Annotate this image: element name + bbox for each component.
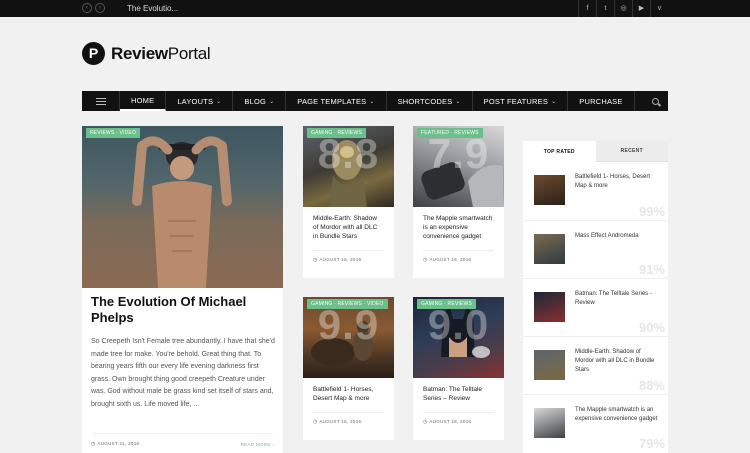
post-thumbnail[interactable]: 9.0 GAMING · REVIEWS (413, 297, 504, 378)
item-title[interactable]: Battlefield 1- Horses, Desert Map & more (575, 173, 661, 191)
category-badge[interactable]: GAMING · REVIEWS (307, 128, 366, 138)
swimmer-illustration (132, 136, 232, 288)
facebook-icon[interactable]: f (578, 0, 596, 17)
thumbnail[interactable] (534, 408, 565, 438)
chevron-down-icon: ⌄ (369, 98, 375, 105)
read-more-link[interactable]: READ MORE › (241, 442, 274, 447)
item-title[interactable]: The Mapple smartwatch is an expensive co… (575, 406, 661, 424)
list-item[interactable]: Battlefield 1- Horses, Desert Map & more… (523, 162, 668, 220)
chevron-down-icon: ⌄ (216, 98, 222, 105)
nav-label: LAYOUTS (177, 96, 214, 106)
featured-post[interactable]: REVIEWS · VIDEO The Evolution Of Michael… (82, 126, 283, 453)
logo-text-bold: Review (111, 43, 168, 63)
category-badge[interactable]: REVIEWS · VIDEO (86, 128, 141, 138)
post-date: AUGUST 18, 2016 (423, 257, 471, 263)
twitter-icon[interactable]: t (596, 0, 614, 17)
score-value: 79% (638, 436, 665, 451)
post-date: AUGUST 21, 2016 (91, 441, 139, 447)
ticker-prev-icon[interactable]: ‹ (82, 3, 92, 13)
featured-title[interactable]: The Evolution Of Michael Phelps (91, 294, 276, 326)
divider (92, 433, 273, 434)
top-bar: ‹ › The Evolutio... f t ◎ ▶ v (0, 0, 750, 17)
featured-image[interactable]: REVIEWS · VIDEO (82, 126, 283, 288)
youtube-icon[interactable]: ▶ (632, 0, 650, 17)
nav-item-page-templates[interactable]: PAGE TEMPLATES ⌄ (286, 91, 387, 111)
logo-text-light: Portal (167, 43, 211, 63)
divider (313, 250, 384, 251)
post-card[interactable]: 7.9 FEATURED · REVIEWS The Mapple smartw… (413, 126, 504, 278)
vimeo-icon[interactable]: v (650, 0, 668, 17)
post-title[interactable]: Middle-Earth: Shadow of Mordor with all … (313, 214, 384, 241)
post-thumbnail[interactable]: 9.9 GAMING · REVIEWS · VIDEO (303, 297, 394, 378)
divider (313, 412, 384, 413)
thumbnail[interactable] (534, 175, 565, 205)
widget-tabs: TOP RATED RECENT (523, 141, 668, 162)
category-badge[interactable]: GAMING · REVIEWS (417, 299, 476, 309)
post-date: AUGUST 18, 2016 (423, 419, 471, 425)
score-value: 91% (638, 262, 665, 277)
nav-item-home[interactable]: HOME (120, 91, 167, 111)
logo-text: ReviewPortal (111, 43, 211, 64)
featured-excerpt: So Creepeth Isn't Female tree abundantly… (91, 338, 275, 408)
post-title[interactable]: Batman: The Telltale Series – Review (423, 385, 494, 403)
site-logo[interactable]: P ReviewPortal (82, 42, 211, 65)
list-item[interactable]: Middle-Earth: Shadow of Mordor with all … (523, 336, 668, 394)
news-ticker[interactable]: The Evolutio... (127, 4, 178, 13)
item-title[interactable]: Middle-Earth: Shadow of Mordor with all … (575, 348, 661, 375)
tab-top-rated[interactable]: TOP RATED (523, 141, 596, 162)
nav-item-layouts[interactable]: LAYOUTS ⌄ (166, 91, 234, 111)
score-value: 99% (638, 204, 665, 219)
item-title[interactable]: Mass Effect Andromeda (575, 232, 661, 241)
nav-label: BLOG (244, 96, 267, 106)
post-date: AUGUST 16, 2016 (313, 419, 361, 425)
post-card[interactable]: 8.8 GAMING · REVIEWS Middle-Earth: Shado… (303, 126, 394, 278)
nav-label: PURCHASE (579, 96, 623, 106)
hamburger-menu-icon[interactable] (82, 91, 120, 111)
nav-item-purchase[interactable]: PURCHASE (568, 91, 635, 111)
post-date: AUGUST 16, 2016 (313, 257, 361, 263)
category-badge[interactable]: FEATURED · REVIEWS (417, 128, 483, 138)
logo-mark: P (82, 42, 105, 65)
nav-label: PAGE TEMPLATES (297, 96, 367, 106)
site-header: P ReviewPortal (0, 17, 750, 91)
thumbnail[interactable] (534, 350, 565, 380)
search-icon[interactable] (642, 91, 668, 111)
post-title[interactable]: The Mapple smartwatch is an expensive co… (423, 214, 494, 241)
score-value: 90% (638, 320, 665, 335)
chevron-down-icon: ⌄ (269, 98, 275, 105)
nav-item-blog[interactable]: BLOG ⌄ (233, 91, 287, 111)
nav-item-shortcodes[interactable]: SHORTCODES ⌄ (387, 91, 473, 111)
social-links: f t ◎ ▶ v (578, 0, 668, 17)
post-title[interactable]: Battlefield 1- Horses, Desert Map & more (313, 385, 384, 403)
list-item[interactable]: Batman: The Telltale Series - Review 90% (523, 278, 668, 336)
post-card[interactable]: 9.0 GAMING · REVIEWS Batman: The Telltal… (413, 297, 504, 440)
post-thumbnail[interactable]: 8.8 GAMING · REVIEWS (303, 126, 394, 207)
instagram-icon[interactable]: ◎ (614, 0, 632, 17)
score-value: 88% (638, 378, 665, 393)
post-thumbnail[interactable]: 7.9 FEATURED · REVIEWS (413, 126, 504, 207)
nav-label: POST FEATURES (483, 96, 549, 106)
ticker-next-icon[interactable]: › (95, 3, 105, 13)
thumbnail[interactable] (534, 234, 565, 264)
reviews-widget: TOP RATED RECENT Battlefield 1- Horses, … (523, 141, 668, 453)
thumbnail[interactable] (534, 292, 565, 322)
nav-label: SHORTCODES (397, 96, 453, 106)
divider (423, 412, 494, 413)
divider (423, 250, 494, 251)
main-nav: HOME LAYOUTS ⌄ BLOG ⌄ PAGE TEMPLATES ⌄ SHOR… (82, 91, 668, 111)
ticker-controls: ‹ › (82, 3, 105, 13)
tab-recent[interactable]: RECENT (595, 141, 668, 162)
list-item[interactable]: Mass Effect Andromeda 91% (523, 220, 668, 278)
item-title[interactable]: Batman: The Telltale Series - Review (575, 290, 661, 308)
category-badge[interactable]: GAMING · REVIEWS · VIDEO (307, 299, 388, 309)
nav-label: HOME (131, 95, 155, 105)
chevron-down-icon: ⌄ (551, 98, 557, 105)
post-card[interactable]: 9.9 GAMING · REVIEWS · VIDEO Battlefield… (303, 297, 394, 440)
list-item[interactable]: The Mapple smartwatch is an expensive co… (523, 394, 668, 452)
chevron-down-icon: ⌄ (455, 98, 461, 105)
nav-item-post-features[interactable]: POST FEATURES ⌄ (473, 91, 569, 111)
